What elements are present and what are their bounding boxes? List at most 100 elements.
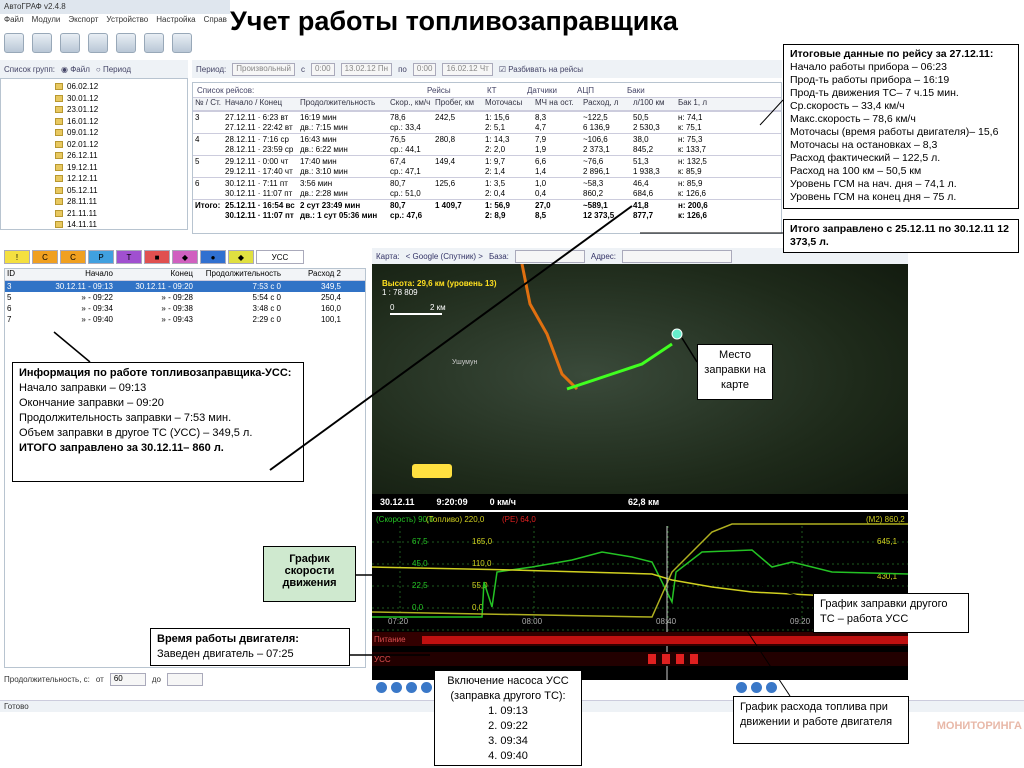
report-icon[interactable] [172, 33, 192, 53]
date-tree-item[interactable]: 23.01.12 [55, 104, 187, 116]
address-input[interactable] [622, 249, 733, 263]
date-tree-item[interactable]: 19.12.11 [55, 162, 187, 174]
fuel-row[interactable]: 6 » - 09:34 » - 09:38 3:48 с 0 160,0 [5, 303, 365, 314]
radio-period[interactable]: ○ Период [96, 65, 131, 74]
settings-icon[interactable] [736, 681, 747, 693]
date-tree-item[interactable]: 09.01.12 [55, 127, 187, 139]
tab-adc[interactable]: АЦП [577, 86, 627, 95]
tab-yellow-icon[interactable]: ◆ [228, 250, 254, 264]
split-checkbox[interactable]: ☑ Разбивать на рейсы [499, 65, 583, 74]
menu-help[interactable]: Справ [204, 15, 227, 27]
trip-total-row[interactable]: 30.12.11 · 11:07 пт дв.: 1 сут 05:36 мин с… [193, 210, 781, 221]
col-id[interactable]: ID [5, 269, 35, 280]
trips-col-header[interactable]: Бак 1, л [676, 98, 726, 110]
trips-col-header[interactable]: Расход, л [581, 98, 631, 110]
trips-col-header[interactable]: МЧ на ост. [533, 98, 581, 110]
col-volume[interactable]: Расход 2 [283, 269, 343, 280]
trip-row[interactable]: 27.12.11 · 22:42 вт дв.: 7:15 мин ср.: 33,… [193, 122, 781, 133]
refresh-icon[interactable] [751, 681, 762, 693]
duration-from-input[interactable]: 60 [109, 672, 146, 686]
fuel-row[interactable]: 3 30.12.11 - 09:13 30.12.11 - 09:20 7:53 с … [5, 281, 365, 292]
date-tree-item[interactable]: 12.12.11 [55, 173, 187, 185]
tab-p-icon[interactable]: P [88, 250, 114, 264]
col-duration[interactable]: Продолжительность [195, 269, 283, 280]
tab-c1-icon[interactable]: C [32, 250, 58, 264]
tab-sensors[interactable]: Датчики [527, 86, 577, 95]
menu-settings[interactable]: Настройка [156, 15, 195, 27]
trips-col-header[interactable]: № / Ст. [193, 98, 223, 110]
tab-warning-icon[interactable]: ! [4, 250, 30, 264]
trip-row[interactable]: 5 29.12.11 · 0:00 чт 17:40 мин 67,4 149,4 1: … [193, 155, 781, 166]
refuel-marker-icon[interactable] [671, 328, 683, 340]
globe-icon[interactable] [88, 33, 108, 53]
trips-col-header[interactable]: Пробег, км [433, 98, 483, 110]
prev-icon[interactable] [406, 681, 417, 693]
folder-icon [55, 129, 63, 137]
truck-icon[interactable] [412, 464, 452, 478]
trips-col-header[interactable]: Начало / Конец [223, 98, 298, 110]
satellite-map[interactable]: Высота: 29,6 км (уровень 13) 1 : 78 809 … [372, 264, 908, 510]
date-tree-item[interactable]: 30.01.12 [55, 93, 187, 105]
fuel-row[interactable]: 7 » - 09:40 » - 09:43 2:29 с 0 100,1 [5, 314, 365, 325]
trip-cell: 30.12.11 · 11:07 пт [225, 211, 294, 220]
base-select[interactable] [514, 249, 585, 263]
tab-tanks[interactable]: Баки [627, 86, 667, 95]
trips-col-header[interactable]: л/100 км [631, 98, 676, 110]
fuel-cell-id: 5 [7, 293, 12, 302]
from-date-input[interactable]: 13.02.12 Пн [340, 62, 393, 76]
date-tree-item[interactable]: 14.11.11 [55, 219, 187, 229]
menu-file[interactable]: Файл [4, 15, 24, 27]
date-tree-item[interactable]: 05.12.11 [55, 185, 187, 197]
to-time-input[interactable]: 0:00 [412, 62, 437, 76]
duration-to-input[interactable] [166, 672, 203, 686]
radio-period-label: Период [102, 64, 132, 74]
tab-c2-icon[interactable]: C [60, 250, 86, 264]
date-tree-item[interactable]: 16.01.12 [55, 116, 187, 128]
date-tree-item[interactable]: 02.01.12 [55, 139, 187, 151]
new-icon[interactable] [4, 33, 24, 53]
trips-col-header[interactable]: Продолжительность [298, 98, 388, 110]
date-tree-item[interactable]: 26.12.11 [55, 150, 187, 162]
tab-trips[interactable]: Рейсы [427, 86, 487, 95]
trip-row[interactable]: 30.12.11 · 11:07 пт дв.: 2:28 мин ср.: 51,… [193, 188, 781, 199]
menu-device[interactable]: Устройство [106, 15, 148, 27]
trip-row[interactable]: 29.12.11 · 17:40 чт дв.: 3:10 мин ср.: 47,… [193, 166, 781, 177]
period-mode-select[interactable]: Произвольный [232, 62, 295, 76]
pump-items-item: 3. 09:34 [488, 735, 528, 747]
col-start[interactable]: Начало [35, 269, 115, 280]
close-icon[interactable] [766, 681, 777, 693]
map-source-select[interactable]: < Google (Спутник) > [406, 252, 483, 261]
chart-row-label: УСС [374, 655, 391, 664]
zoom-out-icon[interactable] [391, 681, 402, 693]
trip-row[interactable]: 4 28.12.11 · 7:16 ср 16:43 мин 76,5 280,8 1: … [193, 133, 781, 144]
tab-uss[interactable]: УСС [256, 250, 304, 264]
trips-col-header[interactable]: Скор., км/ч [388, 98, 433, 110]
menu-export[interactable]: Экспорт [68, 15, 98, 27]
date-tree-item[interactable]: 21.11.11 [55, 208, 187, 220]
trips-col-header[interactable]: Моточасы [483, 98, 533, 110]
next-icon[interactable] [421, 681, 432, 693]
menu-modules[interactable]: Модули [32, 15, 61, 27]
tab-pink-icon[interactable]: ◆ [172, 250, 198, 264]
print-icon[interactable] [116, 33, 136, 53]
trip-row[interactable]: 6 30.12.11 · 7:11 пт 3:56 мин 80,7 125,6 1: 3… [193, 177, 781, 188]
to-date-input[interactable]: 16.02.12 Чт [442, 62, 493, 76]
tab-blue-icon[interactable]: ● [200, 250, 226, 264]
tab-stop-icon[interactable]: ■ [144, 250, 170, 264]
tab-t-icon[interactable]: T [116, 250, 142, 264]
open-icon[interactable] [32, 33, 52, 53]
col-end[interactable]: Конец [115, 269, 195, 280]
trip-total-row[interactable]: Итого: 25.12.11 · 16:54 вс 2 сут 23:49 мин… [193, 199, 781, 210]
trip-row[interactable]: 3 27.12.11 · 6:23 вт 16:19 мин 78,6 242,5 1: … [193, 111, 781, 122]
fuel-row[interactable]: 5 » - 09:22 » - 09:28 5:54 с 0 250,4 [5, 292, 365, 303]
trip-row[interactable]: 28.12.11 · 23:59 ср дв.: 6:22 мин ср.: 44,… [193, 144, 781, 155]
date-tree-item[interactable]: 06.02.12 [55, 81, 187, 93]
tab-checkpoints[interactable]: КТ [487, 86, 527, 95]
trip-cell: 38,0 [633, 134, 649, 144]
date-tree-item[interactable]: 28.11.11 [55, 196, 187, 208]
zoom-in-icon[interactable] [376, 681, 387, 693]
radio-file[interactable]: ◉ Файл [61, 65, 90, 74]
tools-icon[interactable] [60, 33, 80, 53]
from-time-input[interactable]: 0:00 [310, 62, 335, 76]
map-icon[interactable] [144, 33, 164, 53]
